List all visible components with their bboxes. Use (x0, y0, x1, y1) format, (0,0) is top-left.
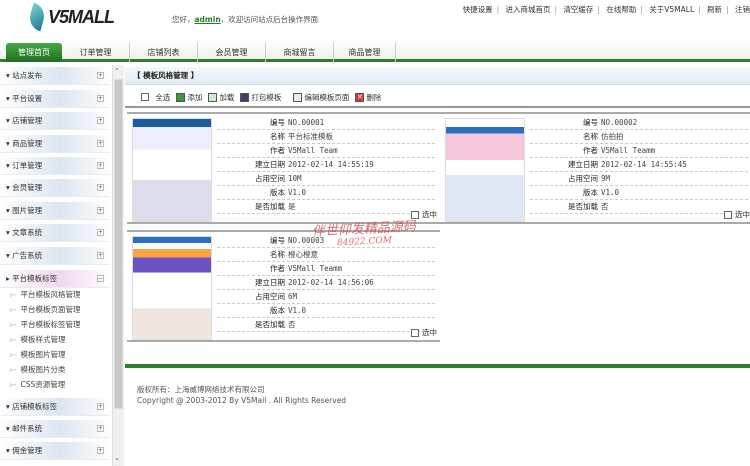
leaf-logo-icon (26, 2, 48, 32)
link-quick-settings[interactable]: 快捷设置 (463, 5, 493, 14)
expand-icon[interactable]: + (97, 447, 104, 454)
expand-icon[interactable]: + (97, 140, 104, 147)
footer-copyright: Copyright @ 2003-2012 By V5Mall . All Ri… (137, 396, 347, 405)
sidebar: ▾ 站点发布 + ▾ 平台设置 + ▾ 店铺管理 + ▾ 商品管理 + ▾ 订单管理 + … (0, 65, 112, 466)
expand-icon[interactable]: + (97, 425, 104, 432)
sidebar-item-site-publish[interactable]: ▾ 站点发布 + (0, 67, 110, 85)
sidebar-item-orders[interactable]: ▾ 订单管理 + (0, 157, 110, 175)
template-thumbnail[interactable] (132, 236, 212, 340)
template-card: 编号 NO.00002 名称 仿拍拍 作者 V5Mall Teamm 建立日期 2012… (440, 112, 750, 224)
username-link[interactable]: admin (195, 15, 221, 24)
edit-icon (293, 92, 303, 102)
expand-icon[interactable]: + (97, 72, 104, 79)
link-logout[interactable]: 注销 (735, 5, 750, 14)
package-icon (240, 92, 250, 102)
sidebar-item-platform-settings[interactable]: ▾ 平台设置 + (0, 90, 110, 108)
sidebar-subitem[interactable]: ▹- 平台模板风格管理 (10, 288, 80, 302)
link-help[interactable]: 在线帮助 (606, 5, 636, 14)
sidebar-item-store-templates[interactable]: ▾ 店铺模板标签 + (0, 398, 110, 416)
sidebar-item-stores[interactable]: ▾ 店铺管理 + (0, 112, 110, 130)
sidebar-item-mail[interactable]: ▾ 邮件系统 + (0, 420, 110, 438)
expand-icon[interactable]: + (97, 252, 104, 259)
scroll-thumb[interactable] (114, 79, 123, 409)
toolbar: 全选 添加 加载 打包模板 编辑模板页面 ✕ 删除 (125, 88, 750, 108)
edit-pages-button[interactable]: 编辑模板页面 (293, 92, 349, 103)
delete-button[interactable]: ✕ 删除 (355, 92, 381, 103)
template-card: 编号 NO.00003 名称 橙心橙意 作者 V5Mall Teamm 建立日期 201… (127, 230, 440, 342)
pack-button[interactable]: 打包模板 (240, 92, 281, 103)
select-checkbox[interactable]: 选中 (724, 209, 750, 220)
template-thumbnail[interactable] (132, 118, 212, 222)
tab-messages[interactable]: 商城留言 (266, 43, 334, 62)
checkbox-icon (141, 93, 149, 101)
sidebar-item-commission[interactable]: ▾ 佣金管理 + (0, 442, 110, 460)
link-about[interactable]: 关于V5MALL (649, 5, 694, 14)
link-refresh[interactable]: 刷新 (707, 5, 722, 14)
delete-icon: ✕ (355, 92, 365, 102)
main-tabs: 管理首页 订单管理 店铺列表 会员管理 商城留言 商品管理 (0, 40, 750, 62)
footer-owner: 版权所有：上海威博网络技术有限公司 (137, 385, 265, 394)
welcome-suffix: ，欢迎访问站点后台操作界面 (220, 15, 319, 24)
expand-icon[interactable]: + (97, 184, 104, 191)
select-all-button[interactable]: 全选 (141, 92, 170, 103)
welcome-text: 您好，admin，欢迎访问站点后台操作界面 (172, 14, 318, 25)
sidebar-item-ads[interactable]: ▾ 广告系统 + (0, 247, 110, 265)
add-button[interactable]: 添加 (176, 92, 202, 103)
tab-home[interactable]: 管理首页 (6, 43, 62, 62)
expand-icon[interactable]: + (97, 403, 104, 410)
expand-icon[interactable]: + (97, 117, 104, 124)
footer: 版权所有：上海威博网络技术有限公司 Copyright @ 2003-2012 … (137, 384, 346, 406)
scroll-down-icon[interactable]: ⌄ (114, 454, 120, 462)
expand-icon[interactable]: + (97, 207, 104, 214)
template-card: 编号 NO.00001 名称 平台标准模板 作者 V5Mall Team 建立日期 20… (127, 112, 440, 224)
sidebar-item-members[interactable]: ▾ 会员管理 + (0, 179, 110, 197)
tab-stores[interactable]: 店铺列表 (130, 43, 198, 62)
watermark: 伴世仰发精品源码 84922.COM (311, 219, 417, 249)
tab-members[interactable]: 会员管理 (198, 43, 266, 62)
expand-icon[interactable]: + (97, 229, 104, 236)
header: V5MALL 您好，admin，欢迎访问站点后台操作界面 快捷设置 | 进入商城首… (0, 0, 750, 40)
welcome-prefix: 您好， (172, 15, 195, 24)
expand-icon[interactable]: + (97, 95, 104, 102)
sidebar-subitem[interactable]: ▹- 平台模板页面管理 (10, 303, 80, 317)
link-mall-home[interactable]: 进入商城首页 (506, 5, 551, 14)
load-icon (208, 92, 218, 102)
template-thumbnail[interactable] (445, 118, 525, 222)
sidebar-scrollbar[interactable]: ⌃ ⌄ (112, 65, 124, 466)
tab-orders[interactable]: 订单管理 (62, 43, 130, 62)
page-title: 【 模板风格管理 】 (125, 67, 750, 85)
sidebar-subitem[interactable]: ▹- 模板图片分类 (10, 363, 65, 377)
load-button[interactable]: 加载 (208, 92, 234, 103)
add-icon (176, 92, 186, 102)
logo[interactable]: V5MALL (26, 2, 115, 32)
sidebar-subitem[interactable]: ▹- 平台模板标签管理 (10, 318, 80, 332)
sidebar-subitem[interactable]: ▹- 模板样式管理 (10, 333, 65, 347)
tab-products[interactable]: 商品管理 (334, 43, 396, 62)
sidebar-subitem[interactable]: ▹- 模板图片管理 (10, 348, 65, 362)
scroll-up-icon[interactable]: ⌃ (114, 67, 120, 75)
sidebar-item-articles[interactable]: ▾ 文章系统 + (0, 224, 110, 242)
divider (125, 364, 750, 368)
sidebar-item-images[interactable]: ▾ 图片管理 + (0, 202, 110, 220)
link-clear-cache[interactable]: 清空缓存 (563, 5, 593, 14)
select-checkbox[interactable]: 选中 (411, 327, 437, 338)
collapse-icon[interactable]: − (97, 275, 104, 282)
sidebar-item-platform-templates[interactable]: ▸ 平台模板标签 − (0, 270, 110, 288)
sidebar-item-products[interactable]: ▾ 商品管理 + (0, 135, 110, 153)
expand-icon[interactable]: + (97, 162, 104, 169)
sidebar-subitem[interactable]: ▹- CSS资源管理 (10, 378, 65, 392)
top-links: 快捷设置 | 进入商城首页 | 清空缓存 | 在线帮助 | 关于V5MALL | 刷新 | … (462, 5, 750, 14)
